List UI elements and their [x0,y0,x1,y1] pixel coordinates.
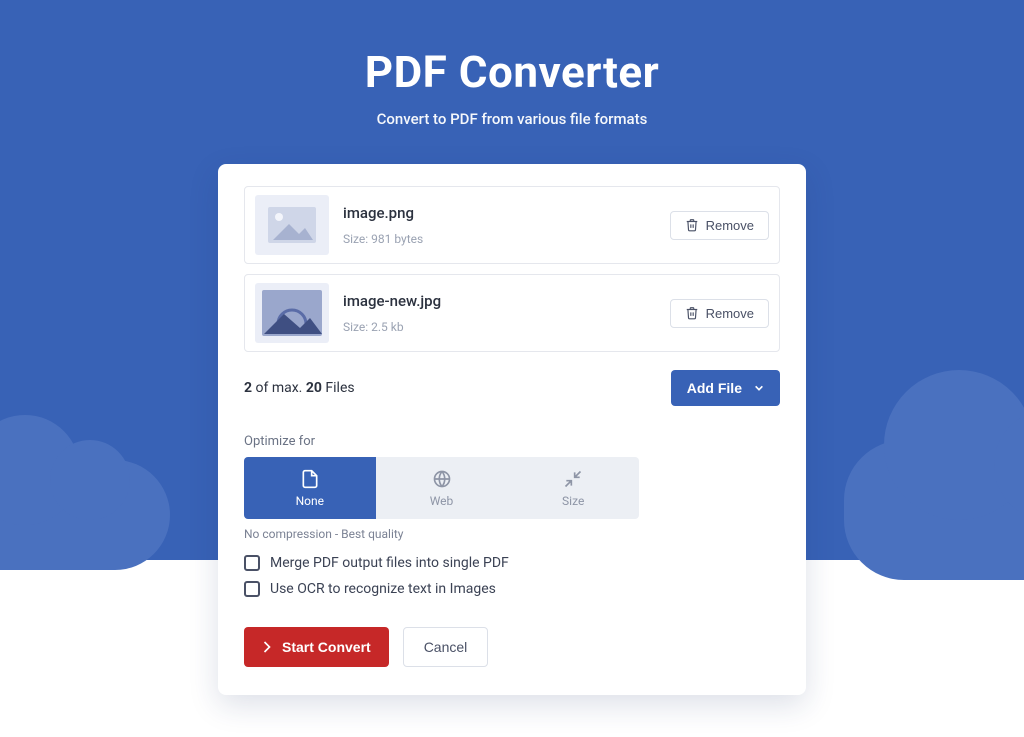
trash-icon [685,306,699,320]
ocr-checkbox-row[interactable]: Use OCR to recognize text in Images [244,581,780,597]
cancel-label: Cancel [424,639,468,655]
optimize-hint: No compression - Best quality [244,527,780,541]
file-info: image.png Size: 981 bytes [343,204,656,246]
file-row: image.png Size: 981 bytes Remove [244,186,780,264]
cloud-decoration [0,460,170,570]
cloud-decoration [844,440,1024,580]
file-max: 20 [306,380,322,396]
actions-row: Start Convert Cancel [244,627,780,667]
optimize-tab-size[interactable]: Size [507,457,639,519]
remove-label: Remove [706,218,754,233]
checkbox-icon [244,581,260,597]
image-placeholder-icon [265,204,319,246]
file-row: image-new.jpg Size: 2.5 kb Remove [244,274,780,352]
remove-label: Remove [706,306,754,321]
cancel-button[interactable]: Cancel [403,627,489,667]
file-thumbnail [255,283,329,343]
merge-label: Merge PDF output files into single PDF [270,555,509,571]
ocr-label: Use OCR to recognize text in Images [270,581,496,597]
file-icon [300,469,320,489]
file-count-text: Files [322,380,355,396]
file-size: Size: 981 bytes [343,232,656,246]
file-thumbnail [255,195,329,255]
optimize-section-label: Optimize for [244,434,780,449]
optimize-tab-label: Web [430,494,454,508]
file-info: image-new.jpg Size: 2.5 kb [343,292,656,334]
start-label: Start Convert [282,639,371,655]
file-name: image-new.jpg [343,292,656,310]
file-counter: 2 of max. 20 Files [244,380,355,396]
merge-checkbox-row[interactable]: Merge PDF output files into single PDF [244,555,780,571]
page-subtitle: Convert to PDF from various file formats [0,110,1024,128]
trash-icon [685,218,699,232]
file-count: 2 [244,380,252,396]
chevron-right-icon [262,640,272,654]
remove-file-button[interactable]: Remove [670,211,769,240]
file-name: image.png [343,204,656,222]
chevron-down-icon [754,383,764,393]
optimize-tab-none[interactable]: None [244,457,376,519]
optimize-tab-label: Size [562,494,584,508]
image-placeholder-icon [260,288,324,338]
converter-card: image.png Size: 981 bytes Remove image-n… [218,164,806,695]
add-file-label: Add File [687,380,742,396]
remove-file-button[interactable]: Remove [670,299,769,328]
compress-icon [563,469,583,489]
file-size: Size: 2.5 kb [343,320,656,334]
hero: PDF Converter Convert to PDF from variou… [0,0,1024,128]
optimize-tab-web[interactable]: Web [376,457,508,519]
checkbox-icon [244,555,260,571]
file-counter-row: 2 of max. 20 Files Add File [244,370,780,406]
add-file-button[interactable]: Add File [671,370,780,406]
globe-icon [432,469,452,489]
optimize-tabs: None Web Size [244,457,639,519]
page-title: PDF Converter [0,46,1024,98]
file-count-text: of max. [252,380,306,396]
start-convert-button[interactable]: Start Convert [244,627,389,667]
optimize-tab-label: None [296,494,324,508]
